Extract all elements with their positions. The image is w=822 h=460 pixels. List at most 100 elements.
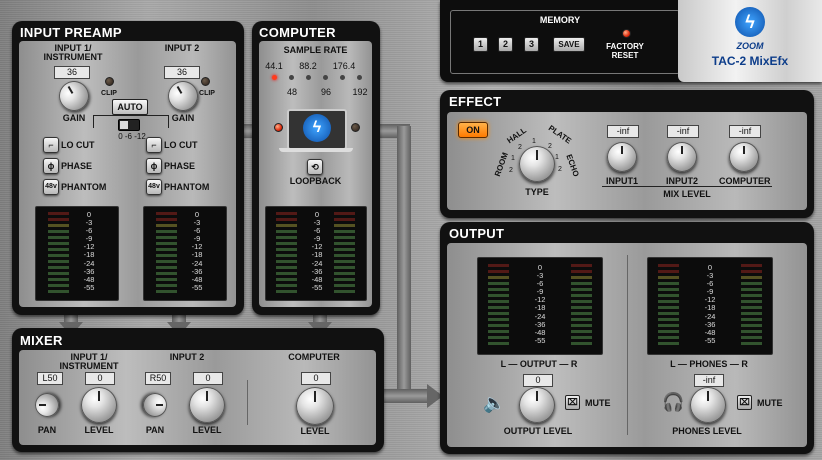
mixer-ch1-level-value[interactable]: 0 [85,372,115,385]
sample-rate-label: SAMPLE RATE [283,45,348,55]
effect-type-room: ROOM [492,151,510,178]
mix-computer-value[interactable]: -inf [729,125,761,138]
meter-segment [334,212,355,215]
ch2-phase-label: PHASE [164,161,196,171]
effect-on-button[interactable]: ON [458,122,488,138]
mixer-ch2-level-value[interactable]: 0 [193,372,223,385]
mixer-ch2-pan-value[interactable]: R50 [145,372,171,385]
effect-type-knob[interactable] [519,146,555,182]
mix-input2-knob[interactable] [667,142,697,172]
mix-input1-knob[interactable] [607,142,637,172]
output-mute-button[interactable]: ⌧ [565,395,580,410]
meter-segment [488,312,509,315]
output-level-knob[interactable] [519,387,555,423]
memory-slot-2[interactable]: 2 [498,37,513,52]
output-panel: OUTPUT 0 -3 -6 -9 -12 -18 -24 -36 -48 -55 L — OUT… [440,222,814,454]
meter-segment [48,224,69,227]
mixer-ch1-pan-value[interactable]: L50 [37,372,63,385]
meter-segment [156,272,177,275]
rate-176-4[interactable]: 176.4 [331,62,357,71]
meter-segment [156,218,177,221]
auto-button[interactable]: AUTO [112,99,148,115]
ch1-locut-button[interactable]: ⌐ [43,137,59,153]
meter-segment [334,230,355,233]
meter-segment [48,272,69,275]
meter-segment [48,248,69,251]
rate-led-48 [289,75,294,80]
meter-segment [48,242,69,245]
meter-segment [276,236,297,239]
meter-segment [276,272,297,275]
meter-bars [48,212,69,296]
switch-handle [120,121,128,129]
meter-segment [658,306,679,309]
mixer-ch2-pan-knob[interactable] [143,393,167,417]
mixer-computer-level-knob[interactable] [296,387,334,425]
memory-slot-3[interactable]: 3 [524,37,539,52]
memory-slot-1[interactable]: 1 [473,37,488,52]
rate-48[interactable]: 48 [282,88,302,97]
rate-96[interactable]: 96 [316,88,336,97]
mix-computer-knob[interactable] [729,142,759,172]
rate-192[interactable]: 192 [350,88,370,97]
meter-segment [334,218,355,221]
ch2-phase-button[interactable]: ϕ [146,158,162,174]
rate-44-1[interactable]: 44.1 [263,62,285,71]
panel-title: COMPUTER [259,25,336,40]
auto-level-switch[interactable] [118,119,140,131]
meter-segment [156,242,177,245]
ch2-phantom-button[interactable]: 48v [146,179,162,195]
memory-save-button[interactable]: SAVE [553,37,585,52]
meter-segment [156,212,177,215]
meter-segment [156,278,177,281]
loopback-button[interactable]: ⟲ [307,159,323,175]
mixer-computer-name: COMPUTER [288,352,340,362]
mixer-ch1-level-knob[interactable] [81,387,117,423]
meter-segment [658,318,679,321]
mix-input1-value[interactable]: -inf [607,125,639,138]
memory-title: MEMORY [530,16,590,25]
ch2-gain-value[interactable]: 36 [164,66,200,79]
type-num: 2 [518,144,522,151]
ch1-gain-value[interactable]: 36 [54,66,90,79]
meter-segment [658,264,679,267]
ch2-locut-button[interactable]: ⌐ [146,137,162,153]
meter-scale: 0 -3 -6 -9 -12 -18 -24 -36 -48 -55 [529,263,551,345]
meter-segment [658,312,679,315]
mix-input2-value[interactable]: -inf [667,125,699,138]
meter-segment [658,294,679,297]
mixer-ch2-level-knob[interactable] [189,387,225,423]
phones-level-knob[interactable] [690,387,726,423]
ch1-phase-button[interactable]: ϕ [43,158,59,174]
mixer-inner: INPUT 1/ INSTRUMENT INPUT 2 COMPUTER L50… [19,350,376,445]
mixer-ch1-level-label: LEVEL [84,425,114,435]
meter-segment [741,312,762,315]
rate-88-2[interactable]: 88.2 [297,62,319,71]
meter-segment [741,276,762,279]
mix-level-label: MIX LEVEL [663,189,711,199]
meter-segment [741,294,762,297]
phones-level-value[interactable]: -inf [694,374,724,387]
ch1-clip-led [105,77,114,86]
meter-segment [48,230,69,233]
meter-segment [156,230,177,233]
ch1-phantom-button[interactable]: 48v [43,179,59,195]
phones-mute-button[interactable]: ⌧ [737,395,752,410]
ch1-gain-knob[interactable] [53,75,95,117]
meter-segment [571,270,592,273]
meter-segment [334,266,355,269]
meter-scale-mark: -55 [311,282,323,292]
ch2-gain-knob[interactable] [162,75,204,117]
output-level-value[interactable]: 0 [523,374,553,387]
ch1-phase-label: PHASE [61,161,93,171]
meter-segment [571,342,592,345]
factory-reset-led[interactable] [622,29,631,38]
mixer-ch1-pan-knob[interactable] [35,393,59,417]
mixer-computer-level-value[interactable]: 0 [301,372,331,385]
meter-segment [334,254,355,257]
meter-bars [276,212,297,296]
meter-segment [488,318,509,321]
meter-segment [741,270,762,273]
meter-bars [488,264,509,348]
meter-segment [156,290,177,293]
